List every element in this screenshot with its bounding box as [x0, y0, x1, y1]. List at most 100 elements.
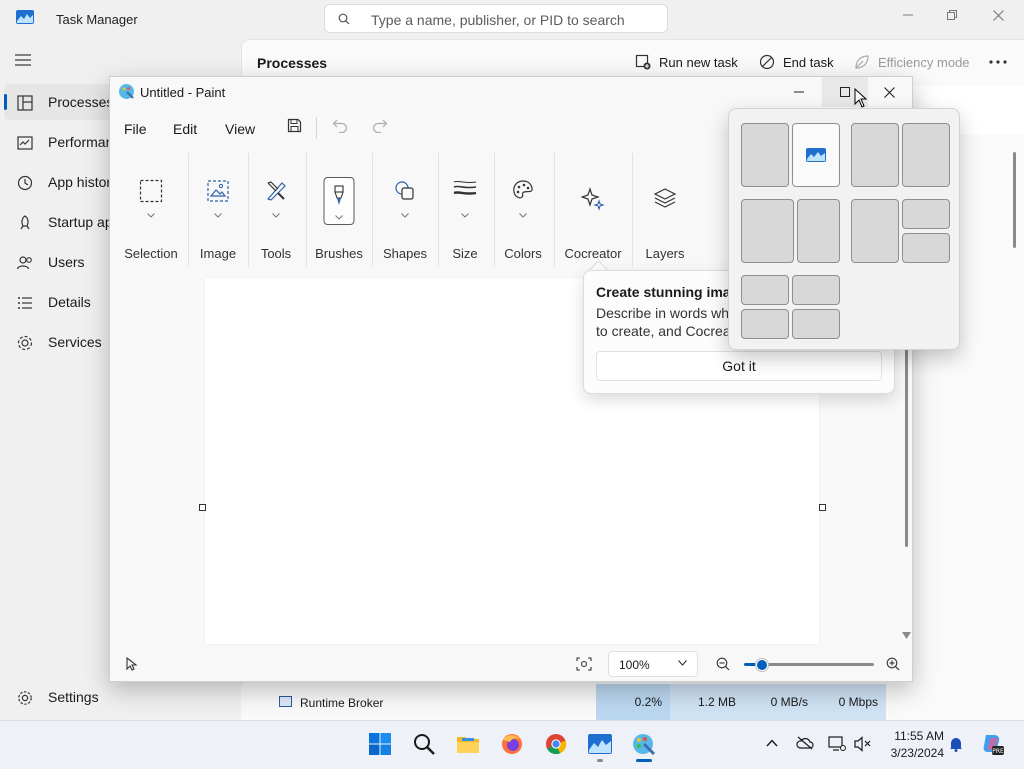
ribbon-group-colors[interactable]: Colors — [498, 153, 548, 269]
onedrive-offline-icon[interactable] — [796, 736, 814, 750]
mouse-cursor-icon — [854, 88, 868, 108]
gear-icon — [18, 691, 32, 705]
page-title: Processes — [257, 55, 328, 71]
nav-label: Settings — [48, 689, 99, 705]
group-label: Tools — [260, 246, 292, 261]
network-icon[interactable] — [828, 736, 846, 752]
taskbar-search[interactable] — [404, 722, 444, 766]
minimize-icon — [794, 91, 804, 93]
snap-zone-quad-bottom-left[interactable] — [741, 309, 789, 339]
snap-zone-left-half-equal[interactable] — [851, 123, 899, 187]
snap-zone-bottom-right[interactable] — [902, 233, 950, 263]
task-manager-preview-icon — [806, 148, 826, 162]
runtime-broker-icon — [279, 696, 292, 707]
menu-view[interactable]: View — [225, 121, 255, 137]
resize-handle-left[interactable] — [199, 504, 206, 511]
taskbar-paint[interactable] — [624, 722, 664, 766]
snap-zone-top-right[interactable] — [902, 199, 950, 229]
minimize-button[interactable] — [886, 4, 930, 26]
undo-icon[interactable] — [332, 118, 348, 133]
ribbon-group-cocreator[interactable]: Cocreator — [558, 153, 628, 269]
clock-time: 11:55 AM — [894, 729, 944, 743]
zoom-out-icon[interactable] — [716, 657, 730, 671]
nav-item-settings[interactable]: Settings — [0, 679, 240, 715]
run-new-task-label: Run new task — [659, 54, 738, 70]
close-button[interactable] — [976, 4, 1020, 26]
zoom-in-icon[interactable] — [886, 657, 900, 671]
performance-icon — [17, 136, 33, 150]
ribbon-group-tools[interactable]: Tools — [252, 153, 300, 269]
ribbon-divider — [372, 153, 373, 267]
ribbon-group-selection[interactable]: Selection — [120, 153, 182, 269]
paint-icon — [633, 734, 656, 756]
snap-zone-quad-top-right[interactable] — [792, 275, 840, 305]
snap-zone-left-column[interactable] — [741, 199, 794, 263]
task-manager-logo-icon — [16, 10, 34, 24]
minimize-button[interactable] — [776, 77, 822, 107]
taskbar-chrome[interactable] — [536, 722, 576, 766]
taskbar-file-explorer[interactable] — [448, 722, 488, 766]
snap-zone-right-half[interactable] — [792, 123, 840, 187]
show-hidden-icons-chevron-up-icon[interactable] — [766, 739, 778, 747]
volume-muted-icon[interactable] — [854, 736, 872, 752]
ribbon-group-image[interactable]: Image — [192, 153, 244, 269]
snap-layouts-flyout — [728, 108, 960, 350]
got-it-button[interactable]: Got it — [596, 351, 882, 381]
fit-to-window-icon[interactable] — [576, 657, 592, 671]
group-label: Cocreator — [564, 246, 622, 261]
brush-icon — [334, 185, 344, 205]
processes-icon — [17, 95, 33, 111]
taskbar-task-manager[interactable] — [580, 722, 620, 766]
taskbar-firefox[interactable] — [492, 722, 532, 766]
ribbon-group-shapes[interactable]: Shapes — [376, 153, 434, 269]
app-history-icon — [17, 175, 33, 191]
run-new-task-icon — [635, 54, 651, 70]
run-new-task-button[interactable]: Run new task — [635, 54, 738, 70]
search-box[interactable] — [324, 4, 668, 33]
nav-label: Details — [48, 294, 91, 310]
hamburger-menu-icon[interactable] — [15, 54, 31, 66]
ribbon-group-size[interactable]: Size — [442, 153, 488, 269]
end-task-button[interactable]: End task — [759, 54, 834, 70]
image-icon — [207, 180, 229, 202]
save-icon[interactable] — [287, 118, 302, 133]
restore-button[interactable] — [930, 4, 974, 26]
taskbar-start[interactable] — [360, 722, 400, 766]
snap-zone-left-main[interactable] — [851, 199, 899, 263]
zoom-slider-track[interactable] — [750, 663, 874, 666]
close-icon — [883, 86, 895, 98]
more-options-button[interactable] — [989, 60, 1015, 64]
efficiency-mode-button[interactable]: Efficiency mode — [854, 54, 970, 70]
menu-file[interactable]: File — [124, 121, 147, 137]
snap-zone-right-half-equal[interactable] — [902, 123, 950, 187]
chrome-icon — [546, 734, 567, 755]
snap-zone-left-half[interactable] — [741, 123, 789, 187]
snap-zone-right-column[interactable] — [797, 199, 840, 263]
notification-bell-icon[interactable] — [949, 736, 963, 752]
zoom-level-dropdown[interactable]: 100% — [608, 651, 698, 677]
redo-icon[interactable] — [372, 118, 388, 133]
file-explorer-icon — [457, 737, 479, 753]
scroll-down-arrow-icon[interactable] — [902, 632, 911, 639]
chevron-down-icon — [678, 660, 687, 666]
close-button[interactable] — [866, 77, 912, 107]
window-title: Untitled - Paint — [140, 85, 226, 100]
chevron-down-icon — [519, 213, 527, 218]
menu-edit[interactable]: Edit — [173, 121, 197, 137]
tools-icon — [266, 181, 286, 201]
group-label: Selection — [124, 246, 178, 261]
search-input[interactable] — [369, 9, 653, 30]
ribbon-group-brushes[interactable]: Brushes — [310, 153, 368, 269]
system-clock[interactable]: 11:55 AM 3/23/2024 — [880, 728, 944, 762]
cocreator-icon — [581, 187, 605, 211]
snap-zone-quad-top-left[interactable] — [741, 275, 789, 305]
copilot-preview-icon[interactable]: PRE — [980, 732, 1004, 756]
ribbon-divider — [494, 153, 495, 267]
chevron-down-icon — [335, 215, 343, 220]
vertical-scrollbar[interactable] — [905, 339, 908, 547]
resize-handle-right[interactable] — [819, 504, 826, 511]
snap-zone-quad-bottom-right[interactable] — [792, 309, 840, 339]
ribbon-group-layers[interactable]: Layers — [636, 153, 694, 269]
scrollbar[interactable] — [1013, 152, 1016, 248]
disk-cell: 0 MB/s — [744, 684, 816, 720]
